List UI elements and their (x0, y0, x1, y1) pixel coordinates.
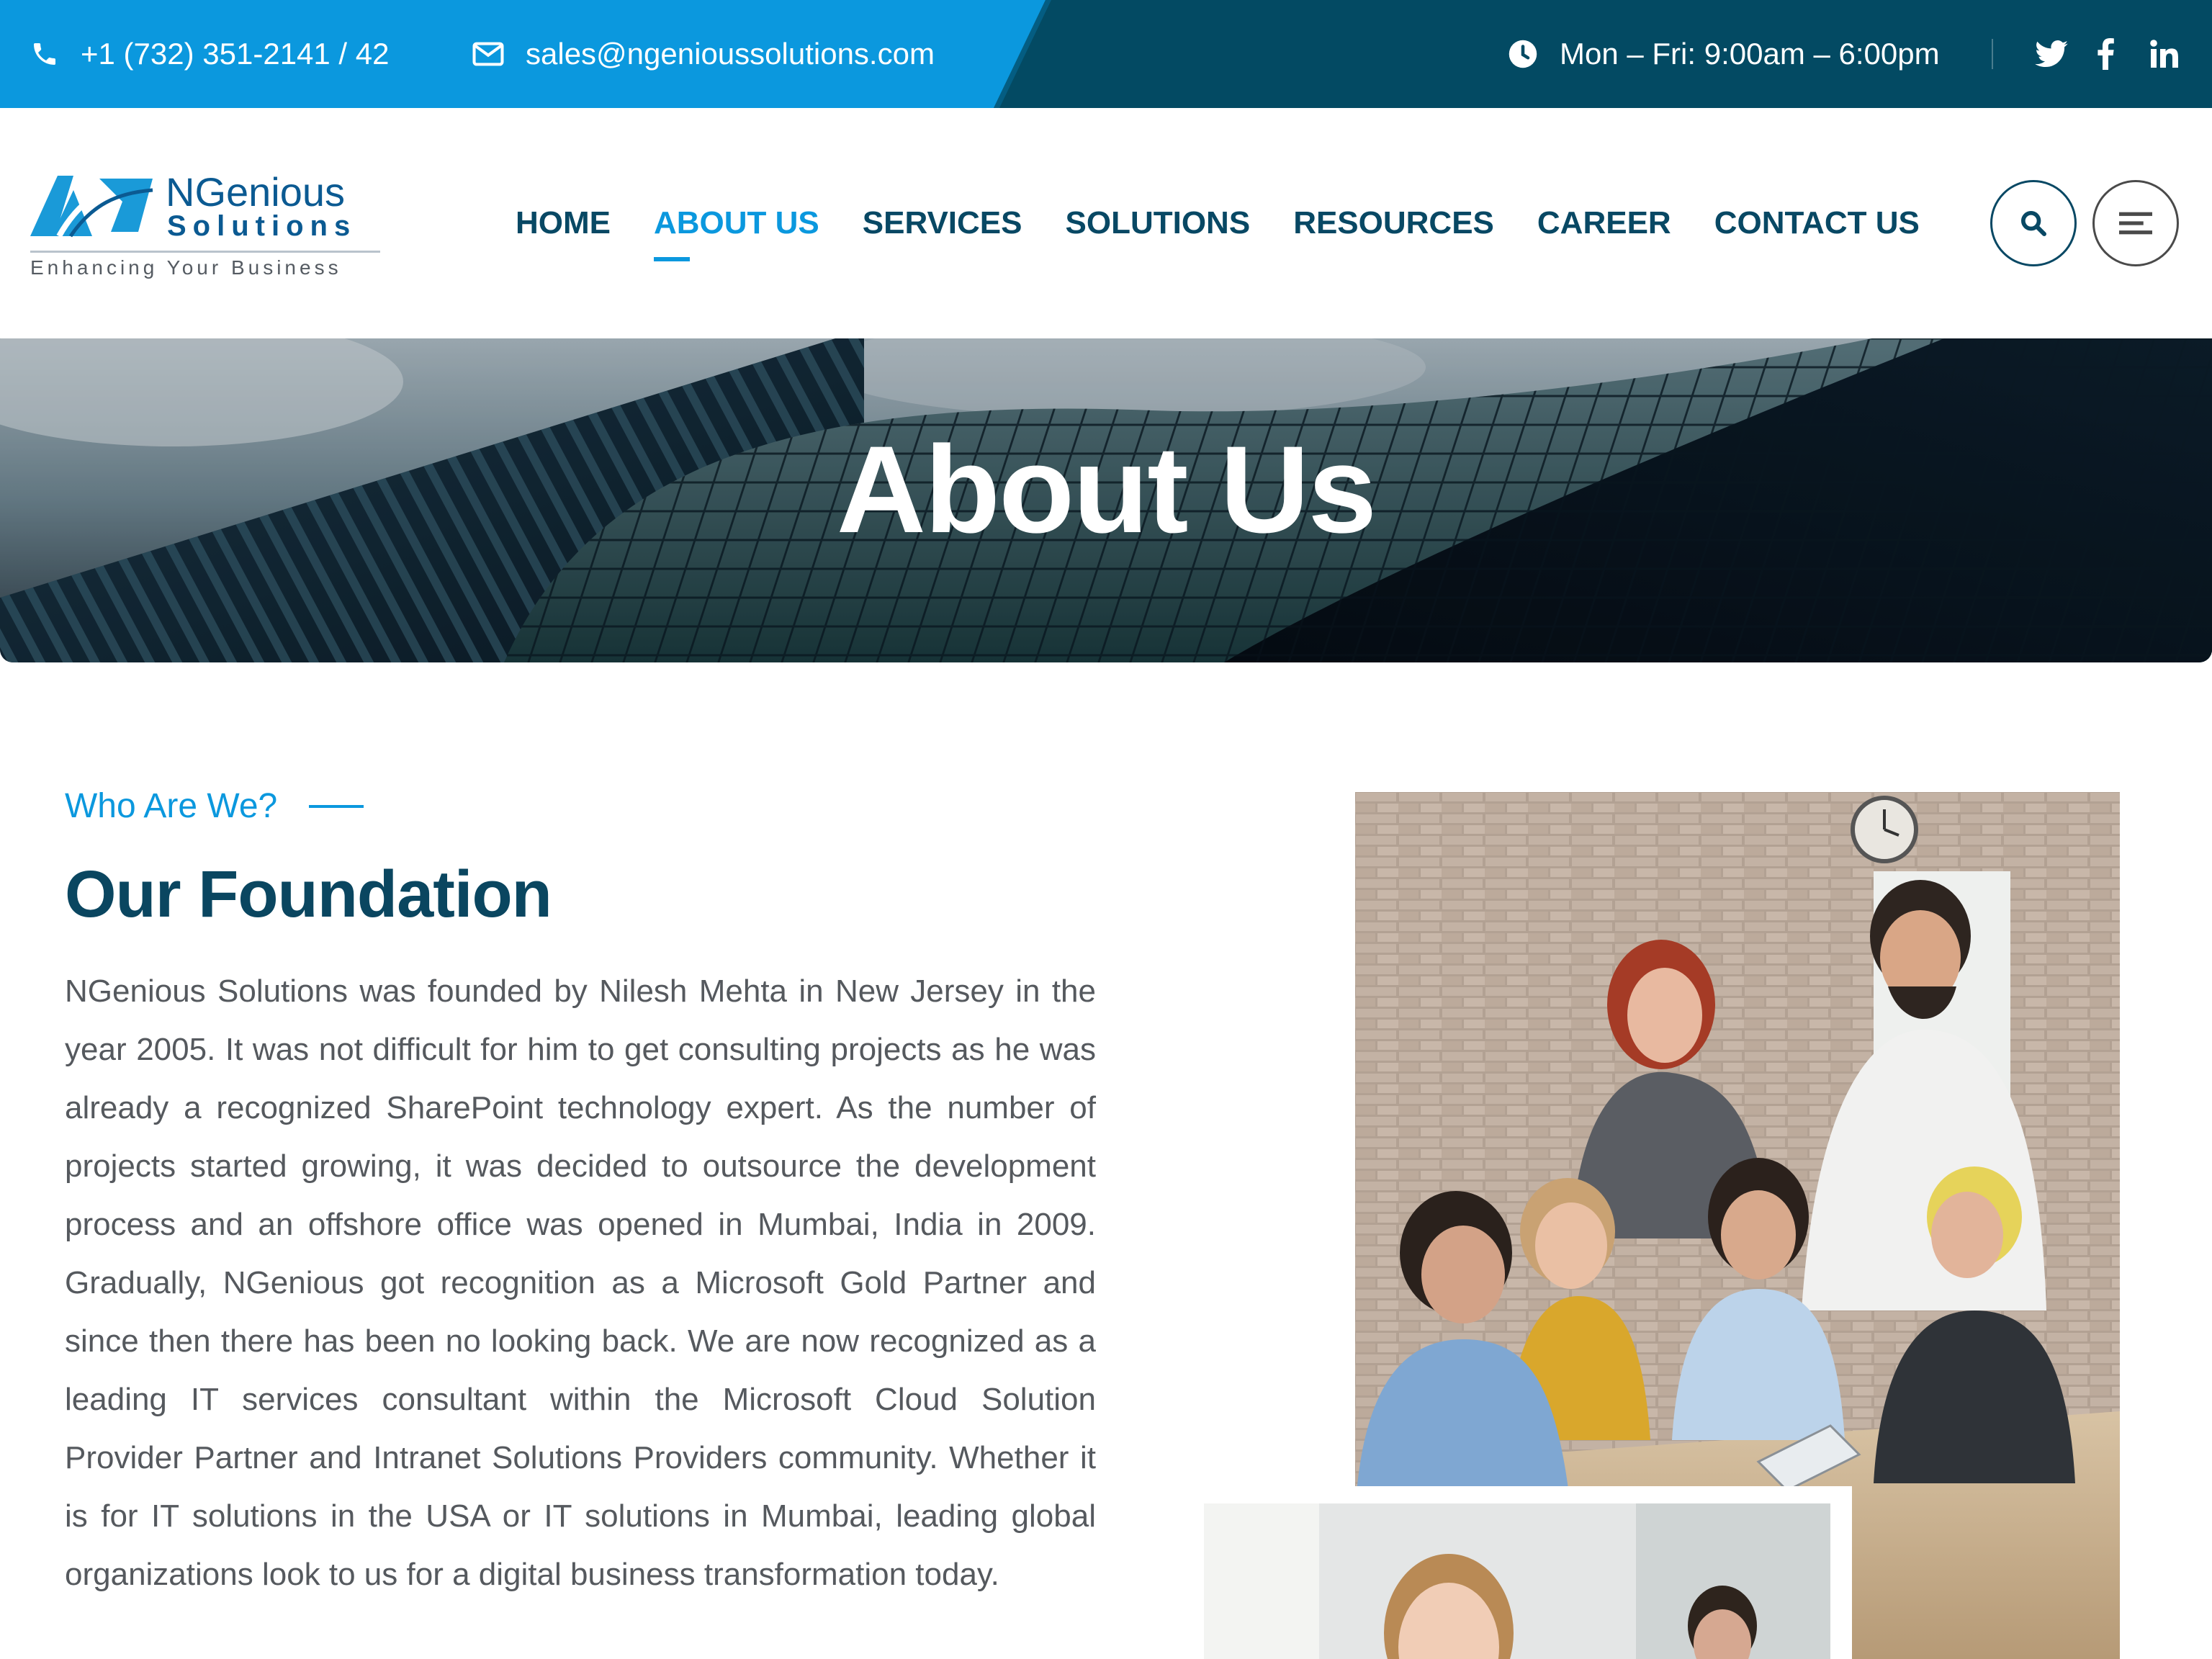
nav-item-solutions[interactable]: SOLUTIONS (1066, 205, 1251, 241)
logo-word-solutions: Solutions (167, 210, 357, 242)
menu-icon (2119, 212, 2152, 235)
phone-icon (30, 40, 59, 68)
menu-button[interactable] (2092, 180, 2179, 266)
twitter-icon[interactable] (2035, 0, 2068, 108)
section-heading: Our Foundation (65, 858, 552, 931)
section-eyebrow: Who Are We? (65, 786, 364, 826)
logo-divider (30, 251, 380, 253)
site-header: NGenious Solutions Enhancing Your Busine… (0, 108, 2212, 338)
logo-tagline: Enhancing Your Business (30, 256, 342, 279)
nav-item-home[interactable]: HOME (516, 205, 611, 241)
eyebrow-line (309, 804, 364, 808)
nav-item-services[interactable]: SERVICES (863, 205, 1022, 241)
envelope-icon (472, 41, 504, 67)
top-phone-text: +1 (732) 351-2141 / 42 (81, 37, 390, 71)
page-banner: About Us (0, 338, 2212, 662)
top-email-text: sales@ngenioussolutions.com (526, 37, 935, 71)
clock-icon (1508, 39, 1538, 69)
top-bar: +1 (732) 351-2141 / 42 sales@ngenioussol… (0, 0, 2212, 108)
linkedin-icon[interactable] (2150, 0, 2179, 108)
top-email-link[interactable]: sales@ngenioussolutions.com (472, 0, 935, 108)
logo-word-ngenious: NGenious (166, 169, 346, 215)
top-divider (1992, 39, 1993, 69)
nav-item-about-us[interactable]: ABOUT US (654, 205, 819, 261)
search-button[interactable] (1990, 180, 2077, 266)
section-body-text: NGenious Solutions was founded by Nilesh… (65, 974, 1096, 1592)
page-title: About Us (836, 421, 1377, 559)
top-phone-link[interactable]: +1 (732) 351-2141 / 42 (30, 0, 390, 108)
top-hours-text: Mon – Fri: 9:00am – 6:00pm (1560, 37, 1940, 71)
logo-mark-icon (30, 176, 153, 238)
nav-active-underline (654, 257, 690, 261)
facebook-icon[interactable] (2097, 0, 2114, 108)
company-logo[interactable]: NGenious Solutions Enhancing Your Busine… (30, 166, 390, 281)
main-nav: HOME ABOUT US SERVICES SOLUTIONS RESOURC… (516, 108, 1963, 338)
nav-item-about-us-label: ABOUT US (654, 205, 819, 240)
nav-item-resources[interactable]: RESOURCES (1293, 205, 1494, 241)
top-hours: Mon – Fri: 9:00am – 6:00pm (1508, 0, 1940, 108)
search-icon (2021, 211, 2046, 236)
nav-item-contact-us[interactable]: CONTACT US (1714, 205, 1920, 241)
secondary-photo (1204, 1503, 1830, 1659)
section-eyebrow-text: Who Are We? (65, 787, 278, 825)
nav-item-career[interactable]: CAREER (1537, 205, 1671, 241)
